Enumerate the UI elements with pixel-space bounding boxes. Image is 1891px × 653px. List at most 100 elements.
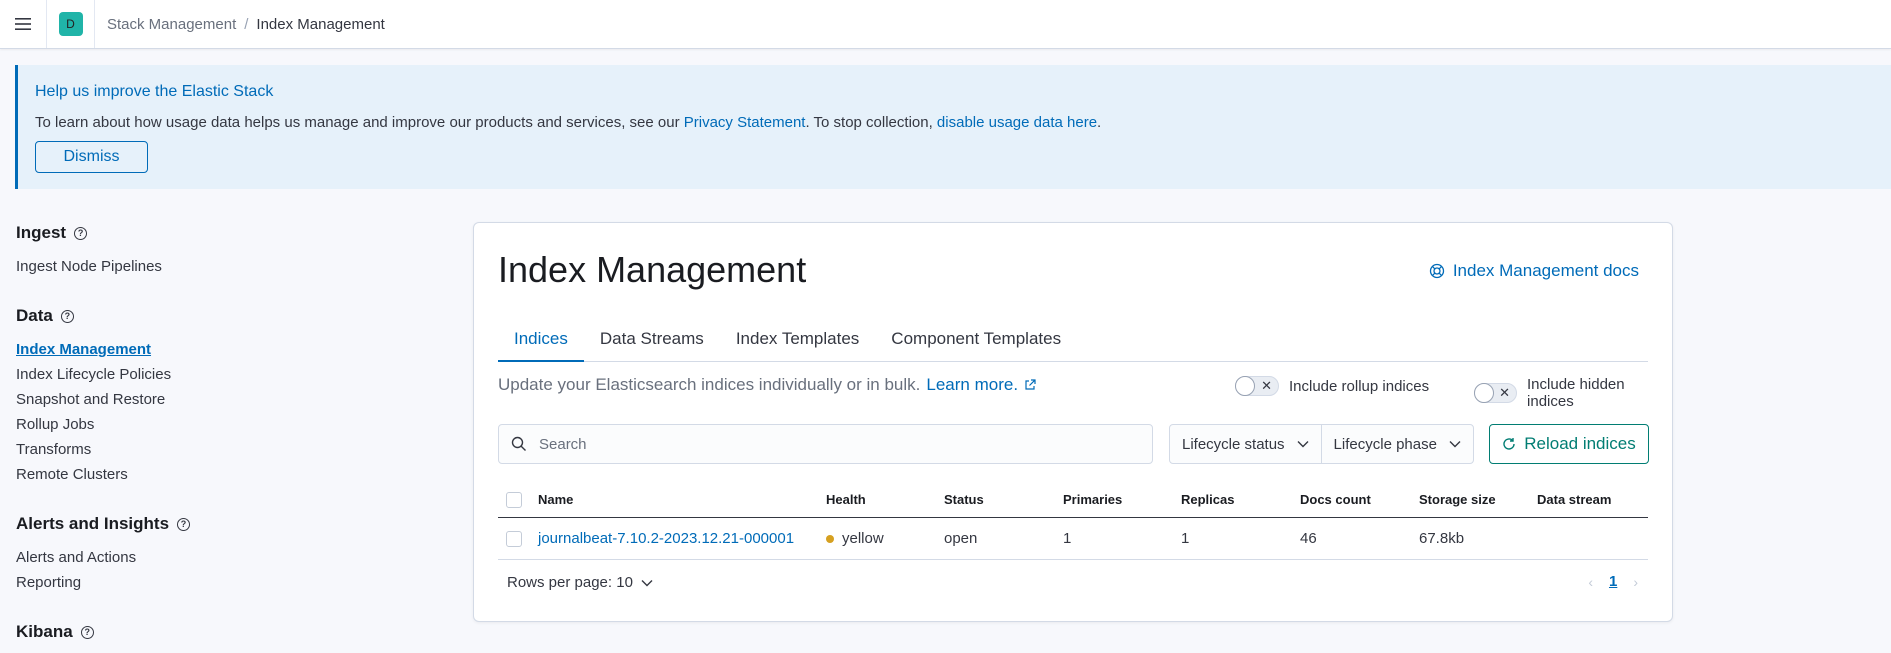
banner-text-part: To learn about how usage data helps us m… xyxy=(35,114,684,131)
sidebar-item-index-management[interactable]: Index Management xyxy=(16,337,336,362)
column-header-data-stream[interactable]: Data stream xyxy=(1537,492,1648,507)
cross-icon: ✕ xyxy=(1499,385,1511,400)
sidebar-item-alerts-and-actions[interactable]: Alerts and Actions xyxy=(16,545,336,570)
disable-usage-data-link[interactable]: disable usage data here xyxy=(937,114,1097,131)
privacy-statement-link[interactable]: Privacy Statement xyxy=(684,114,806,131)
select-all-checkbox[interactable] xyxy=(506,491,522,508)
sidebar-item-ingest-node-pipelines[interactable]: Ingest Node Pipelines xyxy=(16,254,336,279)
space-avatar: D xyxy=(58,12,83,36)
description: Update your Elasticsearch indices indivi… xyxy=(498,375,1036,395)
side-nav: Ingest ? Ingest Node Pipelines Data ? In… xyxy=(16,222,336,643)
nav-group-title: Data xyxy=(16,306,53,325)
cross-icon: ✕ xyxy=(1261,378,1272,393)
column-header-status[interactable]: Status xyxy=(944,492,1063,507)
top-header: D Stack Management / Index Management xyxy=(0,0,1891,49)
lifecycle-status-filter[interactable]: Lifecycle status xyxy=(1170,425,1321,463)
nav-group-data: Data ? xyxy=(16,305,336,327)
search-field[interactable] xyxy=(498,424,1153,464)
next-page-icon[interactable]: › xyxy=(1633,574,1638,590)
nav-group-title: Kibana xyxy=(16,622,73,641)
hidden-switch[interactable]: ✕ xyxy=(1474,383,1518,403)
row-select-cell xyxy=(498,530,538,547)
column-header-health[interactable]: Health xyxy=(826,492,944,507)
external-link-icon xyxy=(1025,379,1036,390)
nav-group-ingest: Ingest ? xyxy=(16,222,336,244)
page-number[interactable]: 1 xyxy=(1609,573,1617,590)
nav-group-title: Alerts and Insights xyxy=(16,514,170,533)
telemetry-banner: Help us improve the Elastic Stack To lea… xyxy=(15,65,1891,189)
sidebar-item-snapshot-and-restore[interactable]: Snapshot and Restore xyxy=(16,387,336,412)
breadcrumb: Stack Management / Index Management xyxy=(95,16,385,33)
tab-index-templates[interactable]: Index Templates xyxy=(720,319,875,362)
switch-knob xyxy=(1474,383,1494,403)
tab-data-streams[interactable]: Data Streams xyxy=(584,319,720,362)
row-checkbox[interactable] xyxy=(506,530,522,547)
search-input[interactable] xyxy=(539,435,1119,453)
sidebar-item-reporting[interactable]: Reporting xyxy=(16,570,336,595)
menu-button[interactable] xyxy=(0,0,47,48)
help-icon[interactable]: ? xyxy=(60,309,74,323)
docs-count-value: 46 xyxy=(1300,530,1317,547)
reload-indices-label: Reload indices xyxy=(1524,434,1636,453)
select-all-cell xyxy=(498,491,538,508)
docs-link-label: Index Management docs xyxy=(1452,261,1639,280)
banner-text-part: . To stop collection, xyxy=(805,114,937,131)
switch-knob xyxy=(1235,376,1255,396)
chevron-down-icon xyxy=(1297,441,1309,448)
column-header-storage-size[interactable]: Storage size xyxy=(1419,492,1537,507)
hamburger-icon xyxy=(15,18,31,30)
sidebar-item-remote-clusters[interactable]: Remote Clusters xyxy=(16,462,336,487)
health-cell: yellow xyxy=(826,530,944,547)
page-title: Index Management xyxy=(498,249,807,290)
nav-group-alerts-and-insights: Alerts and Insights ? xyxy=(16,513,336,535)
replicas-value: 1 xyxy=(1181,530,1190,547)
rollup-toggle-label: Include rollup indices xyxy=(1289,377,1430,395)
tab-component-templates[interactable]: Component Templates xyxy=(875,319,1077,362)
status-value: open xyxy=(944,530,978,547)
rows-per-page-selector[interactable]: Rows per page: 10 xyxy=(507,574,653,591)
learn-more-label: Learn more. xyxy=(926,375,1019,394)
health-value: yellow xyxy=(842,530,884,547)
refresh-icon xyxy=(1503,438,1515,450)
column-header-primaries[interactable]: Primaries xyxy=(1063,492,1181,507)
index-name-link[interactable]: journalbeat-7.10.2-2023.12.21-000001 xyxy=(538,530,826,547)
lifecycle-phase-filter[interactable]: Lifecycle phase xyxy=(1320,425,1473,463)
sidebar-item-transforms[interactable]: Transforms xyxy=(16,437,336,462)
lifecycle-phase-label: Lifecycle phase xyxy=(1333,435,1437,453)
banner-title: Help us improve the Elastic Stack xyxy=(35,83,274,100)
tab-indices[interactable]: Indices xyxy=(498,319,584,362)
reload-indices-button[interactable]: Reload indices xyxy=(1489,424,1649,464)
learn-more-link[interactable]: Learn more. xyxy=(926,375,1018,395)
nav-group-kibana: Kibana ? xyxy=(16,621,336,643)
column-header-docs-count[interactable]: Docs count xyxy=(1300,492,1419,507)
help-lifebuoy-icon xyxy=(1429,263,1444,279)
rollup-toggle[interactable]: ✕ Include rollup indices xyxy=(1235,376,1429,396)
table-header: Name Health Status Primaries Replicas Do… xyxy=(498,482,1648,518)
help-icon[interactable]: ? xyxy=(80,625,94,639)
primaries-value: 1 xyxy=(1063,530,1072,547)
docs-link[interactable]: Index Management docs xyxy=(1429,261,1639,281)
column-header-name[interactable]: Name xyxy=(538,492,826,507)
lifecycle-status-label: Lifecycle status xyxy=(1182,435,1285,453)
health-dot-icon xyxy=(826,534,834,543)
breadcrumb-stack-management[interactable]: Stack Management xyxy=(107,16,236,33)
previous-page-icon[interactable]: ‹ xyxy=(1588,574,1593,590)
column-header-replicas[interactable]: Replicas xyxy=(1181,492,1300,507)
sidebar-item-rollup-jobs[interactable]: Rollup Jobs xyxy=(16,412,336,437)
rollup-switch[interactable]: ✕ xyxy=(1235,376,1279,396)
help-icon[interactable]: ? xyxy=(177,517,191,531)
banner-text: To learn about how usage data helps us m… xyxy=(35,114,1101,131)
storage-size-value: 67.8kb xyxy=(1419,530,1465,547)
indices-table: Name Health Status Primaries Replicas Do… xyxy=(498,482,1648,560)
pagination: ‹ 1 › xyxy=(1588,573,1638,590)
sidebar-item-index-lifecycle-policies[interactable]: Index Lifecycle Policies xyxy=(16,362,336,387)
dismiss-button[interactable]: Dismiss xyxy=(35,141,148,173)
breadcrumb-separator: / xyxy=(244,15,249,33)
space-selector[interactable]: D xyxy=(47,0,95,48)
help-icon[interactable]: ? xyxy=(74,226,88,240)
hidden-toggle-label: Include hidden indices xyxy=(1527,376,1625,410)
nav-group-title: Ingest xyxy=(16,223,67,242)
hidden-toggle[interactable]: ✕ Include hidden indices xyxy=(1474,376,1672,410)
description-text: Update your Elasticsearch indices indivi… xyxy=(498,375,921,394)
table-row: journalbeat-7.10.2-2023.12.21-000001 yel… xyxy=(498,518,1648,560)
